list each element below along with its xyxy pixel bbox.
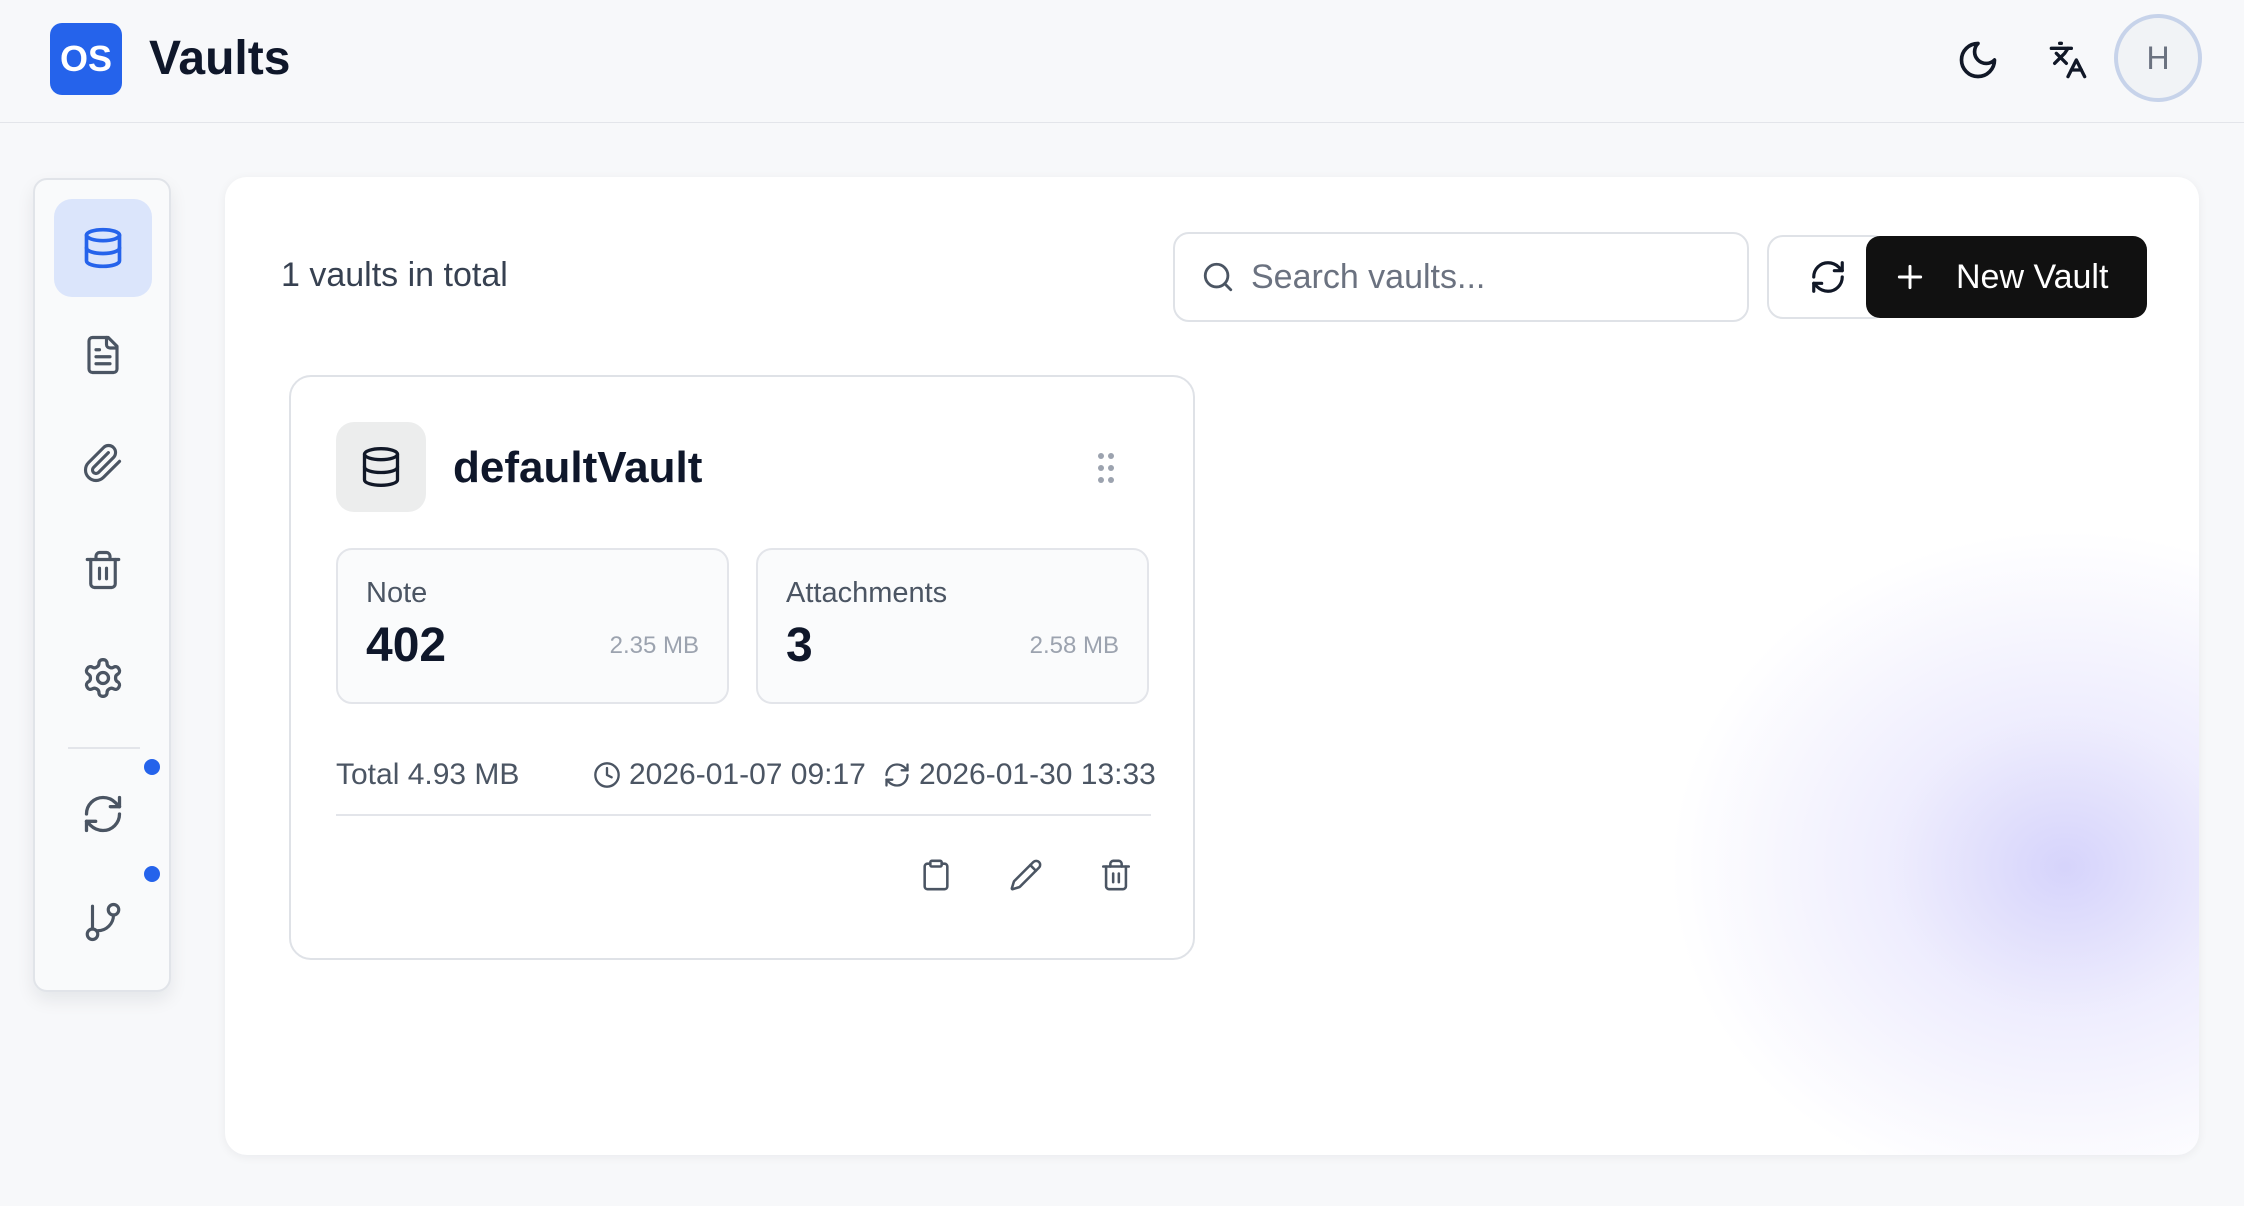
sidebar-item-vaults[interactable] [54, 199, 152, 297]
paperclip-icon [82, 442, 124, 484]
pencil-icon [1009, 858, 1043, 892]
attachments-stat-label: Attachments [786, 577, 948, 609]
vault-total-size: Total 4.93 MB [336, 757, 519, 793]
vault-card[interactable]: defaultVault Note 402 2.35 MB Attachment… [289, 375, 1195, 960]
attachments-stat-card[interactable]: Attachments 3 2.58 MB [756, 548, 1149, 704]
clock-icon [593, 761, 629, 789]
notes-size: 2.35 MB [609, 632, 699, 659]
top-header: OS Vaults H [0, 0, 2244, 123]
file-text-icon [82, 334, 124, 376]
vault-created: 2026-01-07 09:17 [593, 757, 866, 793]
edit-button[interactable] [996, 845, 1056, 905]
sync-badge-dot [144, 759, 160, 775]
search-box[interactable] [1173, 232, 1749, 322]
database-icon [81, 226, 125, 270]
page-title: Vaults [149, 32, 291, 85]
clipboard-icon [919, 858, 953, 892]
drag-handle[interactable] [1091, 448, 1121, 488]
git-badge-dot [144, 866, 160, 882]
database-icon [359, 445, 403, 489]
theme-toggle-button[interactable] [1947, 29, 2009, 91]
sidebar-item-trash[interactable] [54, 521, 152, 619]
avatar-initial: H [2146, 39, 2170, 76]
sync-icon [883, 761, 919, 789]
sidebar-item-attachments[interactable] [54, 414, 152, 512]
vault-icon-box [336, 422, 426, 512]
vaults-panel: 1 vaults in total New Vault [225, 177, 2199, 1155]
created-time: 2026-01-07 09:17 [629, 758, 866, 791]
sidebar-item-settings[interactable] [54, 629, 152, 727]
translate-icon [2048, 40, 2088, 80]
sidebar-item-notes[interactable] [54, 306, 152, 404]
attachments-count: 3 [786, 619, 813, 672]
new-vault-button[interactable]: New Vault [1866, 236, 2147, 318]
vault-count-text: 1 vaults in total [281, 256, 508, 294]
trash-icon [1099, 858, 1133, 892]
sidebar-divider [68, 747, 140, 749]
sidebar-item-sync[interactable] [54, 765, 152, 863]
attachments-size: 2.58 MB [1029, 632, 1119, 659]
gear-icon [81, 656, 125, 700]
search-input[interactable] [1251, 257, 1721, 297]
card-divider [336, 814, 1151, 816]
refresh-icon [1809, 258, 1847, 296]
grip-vertical-icon [1095, 451, 1117, 485]
moon-icon [1956, 38, 2000, 82]
sidebar-nav [33, 178, 171, 992]
total-size-text: Total 4.93 MB [336, 758, 520, 791]
notes-stat-label: Note [366, 577, 428, 609]
vault-updated: 2026-01-30 13:33 [883, 757, 1156, 793]
app-logo: OS [50, 23, 122, 95]
search-icon [1201, 260, 1235, 294]
git-branch-icon [82, 901, 124, 943]
background-glow [1655, 517, 2199, 1155]
notes-stat-card[interactable]: Note 402 2.35 MB [336, 548, 729, 704]
trash-icon [82, 549, 124, 591]
new-vault-label: New Vault [1956, 257, 2109, 296]
plus-icon [1894, 261, 1926, 293]
delete-button[interactable] [1086, 845, 1146, 905]
updated-time: 2026-01-30 13:33 [919, 758, 1156, 791]
copy-button[interactable] [906, 845, 966, 905]
vault-name: defaultVault [453, 443, 703, 492]
user-avatar[interactable]: H [2114, 14, 2202, 102]
refresh-icon [81, 792, 125, 836]
notes-count: 402 [366, 619, 447, 672]
sidebar-item-git[interactable] [54, 873, 152, 971]
language-button[interactable] [2037, 29, 2099, 91]
